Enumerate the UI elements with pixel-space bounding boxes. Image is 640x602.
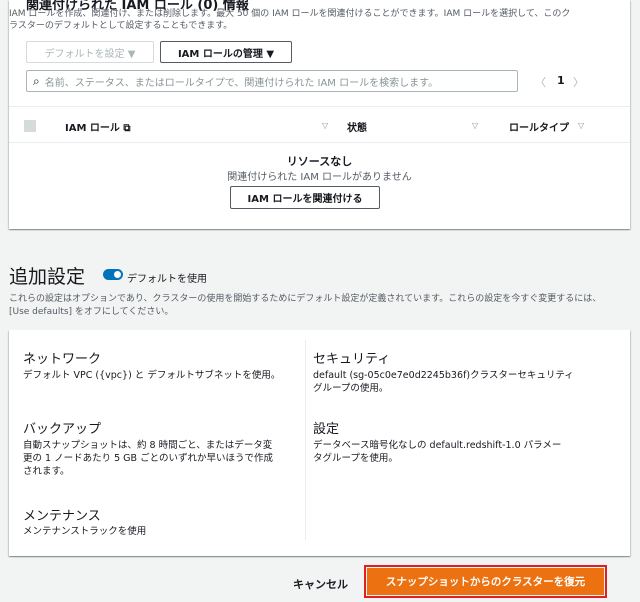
column-iam-role[interactable]: IAM ロール ⧉ <box>65 119 131 134</box>
iam-search-input[interactable]: ⌕ 名前、ステータス、またはロールタイプで、関連付けられた IAM ロールを検索… <box>26 70 518 92</box>
security-title: セキュリティ <box>313 352 391 367</box>
pager-prev-button[interactable]: 〈 <box>535 74 546 90</box>
use-defaults-label[interactable]: デフォルトを使用 <box>127 270 207 285</box>
pager-current-page[interactable]: 1 <box>557 74 565 87</box>
toggle-knob <box>114 271 121 278</box>
select-all-checkbox[interactable] <box>24 120 36 132</box>
network-title: ネットワーク <box>23 352 102 367</box>
backup-text-line1: 自動スナップショットは、約 8 時間ごと、またはデータ変 <box>23 440 273 451</box>
config-text-line2: タグループを使用。 <box>313 453 398 464</box>
sort-status-icon[interactable]: ▽ <box>472 121 478 130</box>
pager-next-button[interactable]: 〉 <box>573 74 584 90</box>
external-link-icon: ⧉ <box>123 123 131 134</box>
config-title: 設定 <box>313 422 340 437</box>
network-text: デフォルト VPC ({vpc}) と デフォルトサブネットを使用。 <box>23 370 281 381</box>
backup-text-line2: 更の 1 ノードあたり 5 GB ごとのいずれか早いほうで作成 <box>23 453 273 464</box>
search-placeholder: 名前、ステータス、またはロールタイプで、関連付けられた IAM ロールを検索しま… <box>44 77 439 89</box>
empty-state-title: リソースなし <box>286 155 353 168</box>
restore-cluster-button[interactable]: スナップショットからのクラスターを復元 <box>364 565 607 598</box>
security-text-line1: default (sg-05c0e7e0d2245b36f)クラスターセキュリテ… <box>313 370 574 381</box>
iam-table-header: IAM ロール ⧉ ▽ 状態 ▽ ロールタイプ ▽ <box>9 112 630 138</box>
column-role-type[interactable]: ロールタイプ <box>509 119 569 134</box>
table-top-divider <box>9 106 630 107</box>
maintenance-text: メンテナンストラックを使用 <box>23 526 147 537</box>
iam-description-line2: ラスターのデフォルトとして設定することもできます。 <box>9 21 233 31</box>
associate-iam-role-button[interactable]: IAM ロールを関連付ける <box>230 186 380 209</box>
settings-column-divider <box>305 340 306 540</box>
additional-description-line1: これらの設定はオプションであり、クラスターの使用を開始するためにデフォルト設定が… <box>9 294 602 304</box>
cancel-button[interactable]: キャンセル <box>293 576 348 592</box>
search-icon: ⌕ <box>33 73 40 88</box>
maintenance-title: メンテナンス <box>23 509 101 524</box>
column-status[interactable]: 状態 <box>347 119 367 134</box>
manage-iam-roles-button[interactable]: IAM ロールの管理 ▼ <box>160 41 292 63</box>
table-header-divider <box>9 142 630 143</box>
set-default-button[interactable]: デフォルトを設定 ▼ <box>26 41 154 63</box>
iam-description-line1: IAM ロールを作成、関連付け、または削除します。最大 50 個の IAM ロー… <box>9 9 571 19</box>
config-text-line1: データベース暗号化なしの default.redshift-1.0 パラメー <box>313 440 562 451</box>
backup-text-line3: されます。 <box>23 466 70 477</box>
sort-iam-role-icon[interactable]: ▽ <box>322 121 328 130</box>
additional-settings-title: 追加設定 <box>9 266 86 288</box>
backup-title: バックアップ <box>23 422 102 437</box>
additional-description-line2: [Use defaults] をオフにしてください。 <box>9 307 174 317</box>
use-defaults-toggle[interactable] <box>103 269 123 280</box>
empty-state-subtitle: 関連付けられた IAM ロールがありません <box>227 172 412 183</box>
sort-role-type-icon[interactable]: ▽ <box>578 121 584 130</box>
security-text-line2: グループの使用。 <box>313 383 389 394</box>
